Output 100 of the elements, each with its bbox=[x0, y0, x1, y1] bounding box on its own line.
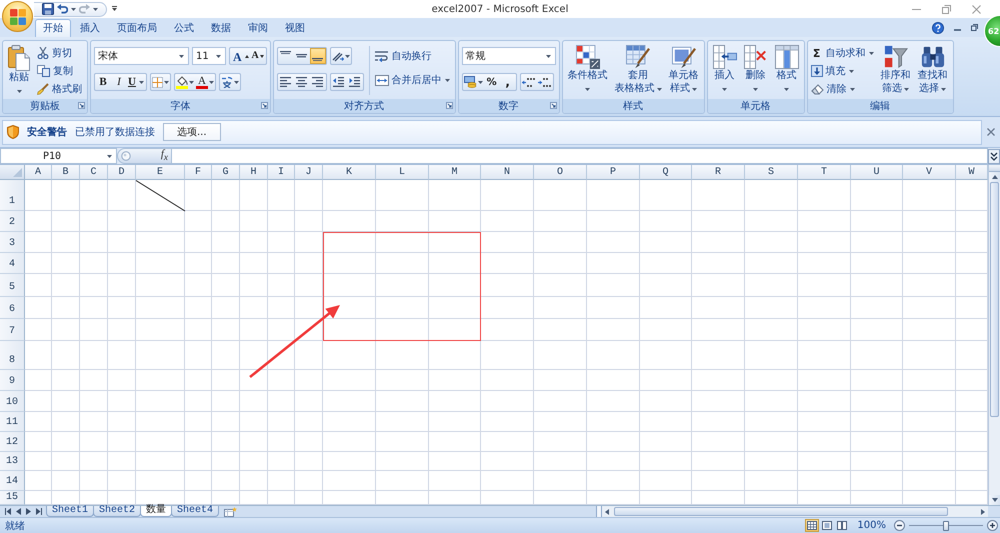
column-header[interactable]: F bbox=[185, 165, 212, 180]
insert-function-button[interactable]: f$_{x}$ bbox=[160, 148, 168, 164]
column-header[interactable]: V bbox=[903, 165, 956, 180]
dialog-launcher-icon[interactable] bbox=[78, 102, 85, 109]
sort-filter-button[interactable]: 排序和 筛选 bbox=[878, 44, 913, 99]
find-select-button[interactable]: 查找和 选择 bbox=[916, 44, 950, 99]
restore-icon[interactable] bbox=[942, 4, 951, 14]
shrink-font-button[interactable]: A bbox=[250, 48, 266, 64]
ribbon-tab[interactable]: 审阅 bbox=[240, 19, 276, 37]
column-header[interactable]: C bbox=[80, 165, 108, 180]
column-header[interactable]: A bbox=[25, 165, 52, 180]
sheet-tab[interactable]: Sheet2 bbox=[93, 506, 142, 517]
fill-button[interactable]: 填充 bbox=[810, 63, 876, 79]
font-name-dropdown[interactable]: 宋体 bbox=[94, 47, 189, 65]
scrollbar-thumb[interactable] bbox=[990, 182, 999, 417]
grow-font-button[interactable]: A bbox=[230, 48, 250, 64]
paste-button[interactable]: 粘贴 bbox=[6, 44, 34, 99]
minimize-icon[interactable] bbox=[954, 29, 961, 31]
next-sheet-icon[interactable] bbox=[26, 508, 31, 515]
customize-toolbar-icon[interactable] bbox=[112, 6, 117, 12]
row-header[interactable]: 1 bbox=[0, 180, 25, 211]
align-right-button[interactable] bbox=[310, 74, 326, 90]
column-header[interactable]: P bbox=[587, 165, 640, 180]
column-header[interactable]: J bbox=[295, 165, 323, 180]
row-header[interactable]: 5 bbox=[0, 274, 25, 297]
sheet-tab[interactable]: Sheet1 bbox=[46, 506, 94, 517]
name-box[interactable]: P10 bbox=[0, 148, 117, 164]
row-header[interactable]: 15 bbox=[0, 491, 25, 505]
percent-style-button[interactable]: % bbox=[484, 74, 500, 90]
italic-button[interactable]: I bbox=[111, 74, 127, 90]
page-layout-view-button[interactable] bbox=[820, 519, 834, 532]
clear-button[interactable]: 清除 bbox=[810, 81, 876, 97]
row-header[interactable]: 13 bbox=[0, 452, 25, 471]
merge-center-button[interactable]: 合并后居中 bbox=[374, 72, 452, 88]
row-header[interactable]: 6 bbox=[0, 297, 25, 319]
row-header[interactable]: 14 bbox=[0, 471, 25, 491]
column-header[interactable]: R bbox=[692, 165, 745, 180]
close-icon[interactable] bbox=[987, 128, 995, 136]
undo-icon[interactable] bbox=[57, 4, 68, 14]
zoom-in-icon[interactable] bbox=[987, 520, 998, 531]
split-handle[interactable] bbox=[989, 165, 1000, 172]
restore-icon[interactable] bbox=[971, 24, 978, 31]
format-painter-button[interactable]: 格式刷 bbox=[37, 81, 84, 97]
cell-grid[interactable] bbox=[25, 180, 988, 505]
minimize-icon[interactable] bbox=[912, 8, 921, 10]
ribbon-tab[interactable]: 开始 bbox=[35, 19, 71, 37]
cell-styles-button[interactable]: 单元格 样式 bbox=[666, 44, 701, 99]
page-break-view-button[interactable] bbox=[835, 519, 850, 532]
format-cells-button[interactable]: 格式 bbox=[772, 44, 801, 99]
column-header[interactable]: G bbox=[212, 165, 240, 180]
wrap-text-button[interactable]: 自动换行 bbox=[374, 48, 452, 64]
options-button[interactable]: 选项... bbox=[163, 123, 221, 141]
column-header[interactable]: W bbox=[956, 165, 988, 180]
scroll-up-button[interactable] bbox=[989, 172, 1000, 182]
format-as-table-button[interactable]: 套用 表格格式 bbox=[612, 44, 664, 99]
align-left-button[interactable] bbox=[278, 74, 294, 90]
split-handle[interactable] bbox=[596, 506, 602, 517]
zoom-out-icon[interactable] bbox=[894, 520, 905, 531]
accounting-format-button[interactable] bbox=[462, 74, 484, 90]
normal-view-button[interactable] bbox=[805, 519, 820, 532]
ribbon-tab[interactable]: 视图 bbox=[277, 19, 313, 37]
row-header[interactable]: 12 bbox=[0, 432, 25, 452]
delete-cells-button[interactable]: 删除 bbox=[742, 44, 770, 99]
align-bottom-button[interactable] bbox=[310, 48, 326, 64]
column-header[interactable]: S bbox=[745, 165, 798, 180]
column-header[interactable]: N bbox=[481, 165, 534, 180]
previous-sheet-icon[interactable] bbox=[16, 508, 21, 515]
close-icon[interactable] bbox=[972, 4, 981, 14]
dialog-launcher-icon[interactable] bbox=[550, 102, 557, 109]
column-header[interactable]: L bbox=[376, 165, 429, 180]
row-header[interactable]: 10 bbox=[0, 391, 25, 412]
zoom-slider-thumb[interactable] bbox=[943, 520, 949, 530]
sheet-tab[interactable]: 数量 bbox=[140, 506, 172, 517]
insert-cells-button[interactable]: 插入 bbox=[710, 44, 739, 99]
scroll-down-button[interactable] bbox=[989, 495, 1000, 505]
font-size-dropdown[interactable]: 11 bbox=[192, 47, 226, 65]
row-header[interactable]: 9 bbox=[0, 370, 25, 391]
sheet-tab[interactable]: Sheet4 bbox=[171, 506, 220, 517]
expand-icon[interactable] bbox=[988, 148, 1000, 164]
align-center-button[interactable] bbox=[294, 74, 310, 90]
cut-button[interactable]: 剪切 bbox=[37, 45, 84, 61]
increase-indent-button[interactable] bbox=[346, 74, 363, 90]
first-sheet-icon[interactable] bbox=[5, 508, 11, 515]
column-header[interactable]: O bbox=[534, 165, 587, 180]
column-header[interactable]: D bbox=[108, 165, 136, 180]
row-header[interactable]: 7 bbox=[0, 319, 25, 341]
dialog-launcher-icon[interactable] bbox=[260, 102, 268, 109]
ribbon-tab[interactable]: 公式 bbox=[166, 19, 202, 37]
column-header[interactable]: T bbox=[798, 165, 851, 180]
row-header[interactable]: 2 bbox=[0, 211, 25, 232]
bold-button[interactable]: B bbox=[95, 74, 111, 90]
autosum-button[interactable]: Σ 自动求和 bbox=[810, 45, 876, 61]
decrease-indent-button[interactable] bbox=[330, 74, 347, 90]
copy-button[interactable]: 复制 bbox=[37, 63, 84, 79]
column-header[interactable]: H bbox=[240, 165, 268, 180]
formula-input[interactable] bbox=[172, 148, 988, 164]
number-format-dropdown[interactable]: 常规 bbox=[462, 47, 556, 65]
last-sheet-icon[interactable] bbox=[36, 508, 42, 515]
comma-style-button[interactable]: , bbox=[500, 74, 516, 90]
row-header[interactable]: 4 bbox=[0, 253, 25, 274]
